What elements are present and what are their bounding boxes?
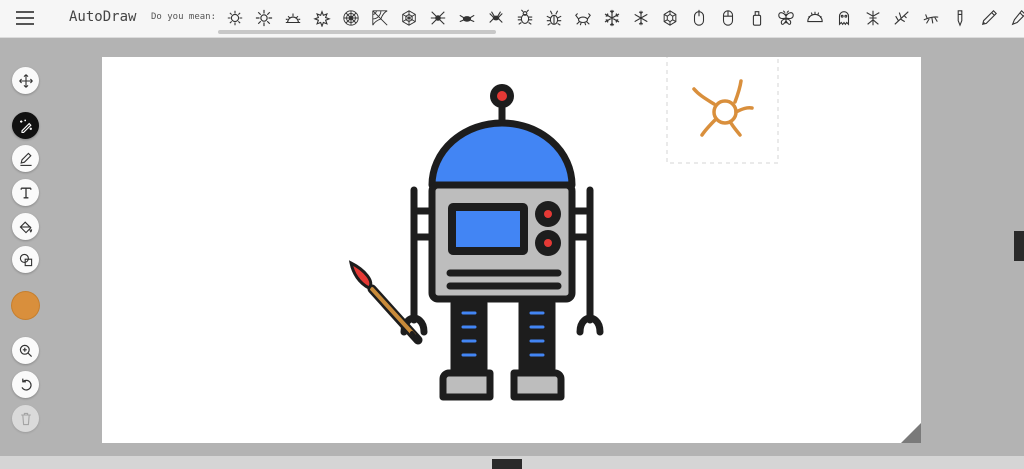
mosquito-icon[interactable] [887,4,916,32]
shape-tool[interactable] [12,246,39,273]
hamburger-menu-icon[interactable] [16,11,34,25]
suggestion-strip [220,4,1024,32]
sun-icon[interactable] [307,4,336,32]
move-icon [18,73,33,88]
pen-icon[interactable] [974,4,1003,32]
spiderweb-icon[interactable] [394,4,423,32]
pen-icon[interactable] [1003,4,1024,32]
text-icon [20,187,31,198]
sketch-doodle [692,79,754,137]
bottle-icon[interactable] [742,4,771,32]
vertical-scrollbar[interactable] [1014,231,1024,261]
move-tool[interactable] [12,67,39,94]
canvas-artwork [348,49,779,401]
monster-icon[interactable] [829,4,858,32]
resize-corner-icon[interactable] [901,423,921,443]
color-picker[interactable] [12,292,39,319]
delete-tool[interactable] [12,405,39,432]
hedgehog-icon[interactable] [800,4,829,32]
autodraw-tool[interactable] [12,112,39,139]
autodraw-icon [19,119,32,133]
zoom-tool[interactable] [12,337,39,364]
horizontal-scrollbar[interactable] [492,459,522,469]
spiderweb-icon[interactable] [365,4,394,32]
snowflake-icon[interactable] [655,4,684,32]
mouse-icon[interactable] [684,4,713,32]
fill-tool[interactable] [12,213,39,240]
top-bar: AutoDraw Do you mean: [0,0,1024,38]
suggestion-scrollbar[interactable] [218,30,496,34]
drawing-canvas[interactable] [102,49,921,443]
spider-icon[interactable] [423,4,452,32]
spiderweb-icon[interactable] [336,4,365,32]
selection-box [666,49,779,164]
crab-icon[interactable] [568,4,597,32]
pencil-icon [19,152,32,166]
butterfly-icon[interactable] [771,4,800,32]
robot-drawing [400,84,604,401]
undo-tool[interactable] [12,371,39,398]
pen-icon[interactable] [945,4,974,32]
snowflake-icon[interactable] [626,4,655,32]
bug-icon[interactable] [510,4,539,32]
suggestion-label: Do you mean: [151,12,217,22]
mosquito-icon[interactable] [858,4,887,32]
mosquito-icon[interactable] [916,4,945,32]
spider-icon[interactable] [452,4,481,32]
spider-icon[interactable] [481,4,510,32]
trash-icon [20,412,31,425]
shapes-icon [19,253,32,266]
paintbrush-drawing [348,260,423,345]
zoom-icon [19,344,32,357]
type-tool[interactable] [12,179,39,206]
mouse-icon[interactable] [713,4,742,32]
snowflake-icon[interactable] [597,4,626,32]
sunrise-icon[interactable] [278,4,307,32]
sun-icon[interactable] [220,4,249,32]
app-title: AutoDraw [69,9,137,25]
draw-tool[interactable] [12,145,39,172]
undo-icon [20,378,32,391]
sun-icon[interactable] [249,4,278,32]
bug-icon[interactable] [539,4,568,32]
paint-bucket-icon [19,220,32,233]
